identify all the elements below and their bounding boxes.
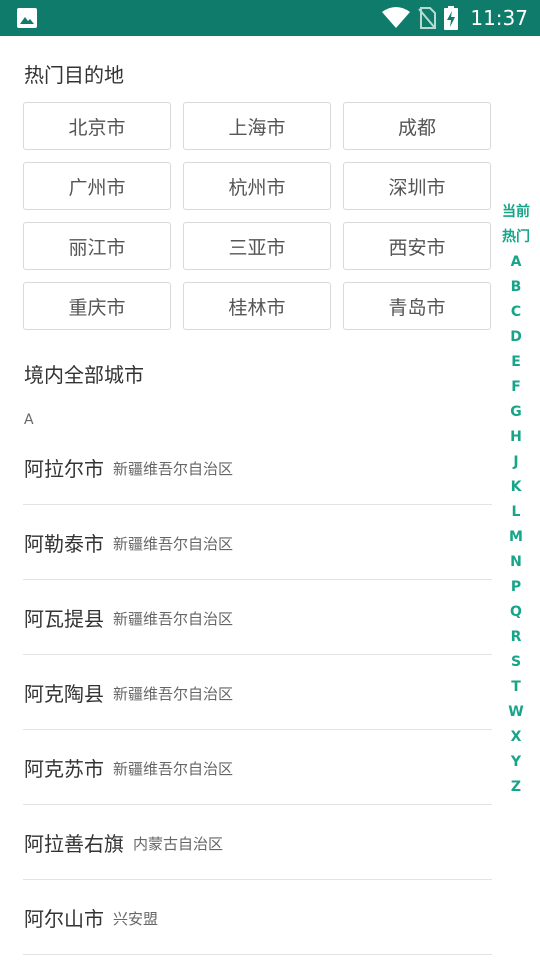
- index-item-a[interactable]: A: [511, 250, 522, 275]
- hot-city-button[interactable]: 西安市: [343, 222, 491, 270]
- city-region: 新疆维吾尔自治区: [113, 760, 234, 778]
- city-region: 兴安盟: [113, 910, 159, 928]
- index-item-q[interactable]: Q: [510, 600, 522, 625]
- index-item-b[interactable]: B: [511, 275, 522, 300]
- hot-city-button[interactable]: 丽江市: [23, 222, 171, 270]
- index-item-w[interactable]: W: [508, 700, 523, 725]
- status-bar: 11:37: [0, 0, 540, 36]
- city-region: 新疆维吾尔自治区: [113, 460, 234, 478]
- index-item-n[interactable]: N: [510, 550, 522, 575]
- index-item-m[interactable]: M: [509, 525, 523, 550]
- battery-charging-icon: [444, 6, 459, 30]
- city-name: 阿勒泰市: [24, 531, 104, 556]
- alphabet-index-bar[interactable]: 当前 热门 A B C D E F G H J K L M N P Q R S …: [496, 200, 536, 800]
- index-item-k[interactable]: K: [511, 475, 522, 500]
- city-list-item[interactable]: 阿拉善右旗 内蒙古自治区: [23, 805, 492, 880]
- index-item-s[interactable]: S: [511, 650, 521, 675]
- index-item-j[interactable]: J: [513, 450, 518, 475]
- city-region: 新疆维吾尔自治区: [113, 685, 234, 703]
- hot-city-button[interactable]: 杭州市: [183, 162, 331, 210]
- index-item-d[interactable]: D: [510, 325, 522, 350]
- index-item-p[interactable]: P: [511, 575, 521, 600]
- city-region: 内蒙古自治区: [133, 835, 224, 853]
- hot-city-button[interactable]: 广州市: [23, 162, 171, 210]
- city-list-item[interactable]: 阿瓦提县 新疆维吾尔自治区: [23, 580, 492, 655]
- city-name: 阿瓦提县: [24, 606, 104, 631]
- city-list-item[interactable]: 阿勒泰市 新疆维吾尔自治区: [23, 505, 492, 580]
- city-region: 新疆维吾尔自治区: [113, 535, 234, 553]
- status-time: 11:37: [470, 6, 528, 30]
- index-item-c[interactable]: C: [511, 300, 521, 325]
- hot-city-button[interactable]: 北京市: [23, 102, 171, 150]
- index-item-g[interactable]: G: [510, 400, 522, 425]
- no-sim-icon: [418, 7, 437, 29]
- city-name: 阿克陶县: [24, 681, 104, 706]
- city-list-item[interactable]: 阿拉尔市 新疆维吾尔自治区: [23, 430, 492, 505]
- hot-city-button[interactable]: 桂林市: [183, 282, 331, 330]
- index-item-current[interactable]: 当前: [502, 200, 530, 225]
- letter-section-header: A: [24, 412, 34, 428]
- city-list-item[interactable]: 阿尔山市 兴安盟: [23, 880, 492, 955]
- hot-city-button[interactable]: 重庆市: [23, 282, 171, 330]
- hot-city-button[interactable]: 上海市: [183, 102, 331, 150]
- index-item-h[interactable]: H: [510, 425, 522, 450]
- all-cities-title: 境内全部城市: [24, 363, 144, 387]
- index-item-e[interactable]: E: [511, 350, 521, 375]
- index-item-l[interactable]: L: [512, 500, 521, 525]
- city-name: 阿拉善右旗: [24, 831, 124, 856]
- index-item-y[interactable]: Y: [511, 750, 521, 775]
- index-item-r[interactable]: R: [511, 625, 522, 650]
- city-region: 新疆维吾尔自治区: [113, 610, 234, 628]
- city-list: 阿拉尔市 新疆维吾尔自治区 阿勒泰市 新疆维吾尔自治区 阿瓦提县 新疆维吾尔自治…: [23, 430, 492, 955]
- city-list-item[interactable]: 阿克陶县 新疆维吾尔自治区: [23, 655, 492, 730]
- index-item-t[interactable]: T: [511, 675, 521, 700]
- index-item-z[interactable]: Z: [511, 775, 521, 800]
- hot-city-button[interactable]: 三亚市: [183, 222, 331, 270]
- city-name: 阿拉尔市: [24, 456, 104, 481]
- city-name: 阿克苏市: [24, 756, 104, 781]
- image-icon: [17, 8, 37, 28]
- city-name: 阿尔山市: [24, 906, 104, 931]
- index-item-hot[interactable]: 热门: [502, 225, 530, 250]
- wifi-icon: [382, 7, 411, 28]
- index-item-x[interactable]: X: [511, 725, 522, 750]
- city-picker: 热门目的地 北京市 上海市 成都 广州市 杭州市 深圳市 丽江市 三亚市 西安市…: [0, 36, 540, 960]
- hot-city-button[interactable]: 深圳市: [343, 162, 491, 210]
- index-item-f[interactable]: F: [511, 375, 521, 400]
- hot-city-button[interactable]: 青岛市: [343, 282, 491, 330]
- hot-destinations-title: 热门目的地: [24, 63, 124, 87]
- hot-city-button[interactable]: 成都: [343, 102, 491, 150]
- city-list-item[interactable]: 阿克苏市 新疆维吾尔自治区: [23, 730, 492, 805]
